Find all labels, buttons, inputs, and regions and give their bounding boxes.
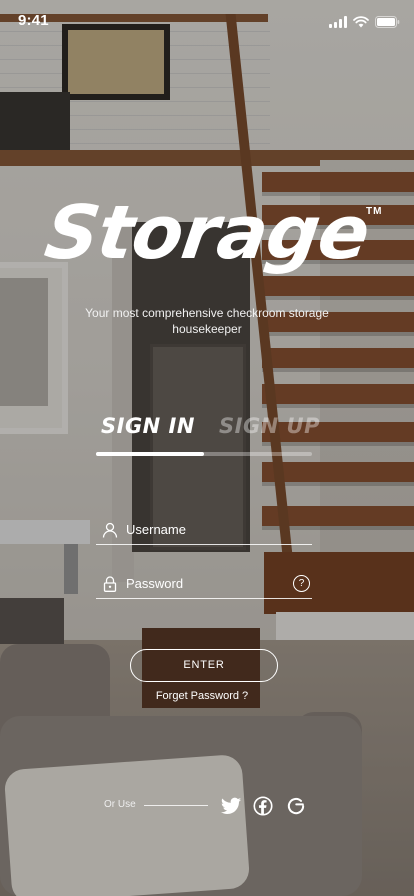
tab-sign-in[interactable]: SIGN IN (101, 414, 195, 438)
app-logo: Storage (39, 190, 375, 276)
username-placeholder: Username (126, 522, 186, 537)
forgot-password-link[interactable]: Forget Password ? (0, 690, 404, 702)
google-icon[interactable] (285, 795, 307, 817)
question-bubble-icon[interactable]: ? (293, 575, 310, 592)
username-field[interactable]: Username (96, 516, 312, 545)
or-use-label: Or Use (104, 799, 136, 810)
tab-active-indicator (96, 452, 204, 456)
enter-button[interactable]: ENTER (130, 649, 278, 682)
user-icon (102, 522, 118, 538)
status-bar: 9:41 (0, 0, 414, 44)
status-time: 9:41 (18, 12, 49, 29)
or-use-divider (144, 805, 208, 806)
login-screen: 9:41 Storage TM Your most comprehensive … (0, 0, 414, 896)
tagline: Your most comprehensive checkroom storag… (85, 306, 329, 336)
password-placeholder: Password (126, 576, 184, 591)
brand-block: Storage TM (0, 190, 414, 276)
lock-icon (103, 576, 117, 592)
background-image (0, 0, 414, 896)
battery-icon (375, 16, 400, 28)
twitter-icon[interactable] (220, 795, 242, 817)
tab-sign-up[interactable]: SIGN UP (219, 414, 320, 438)
status-icons (329, 16, 400, 28)
trademark-mark: TM (366, 206, 383, 217)
facebook-icon[interactable] (252, 795, 274, 817)
cellular-signal-icon (329, 16, 347, 28)
wifi-icon (353, 16, 369, 28)
password-field[interactable]: Password ? (96, 570, 312, 599)
